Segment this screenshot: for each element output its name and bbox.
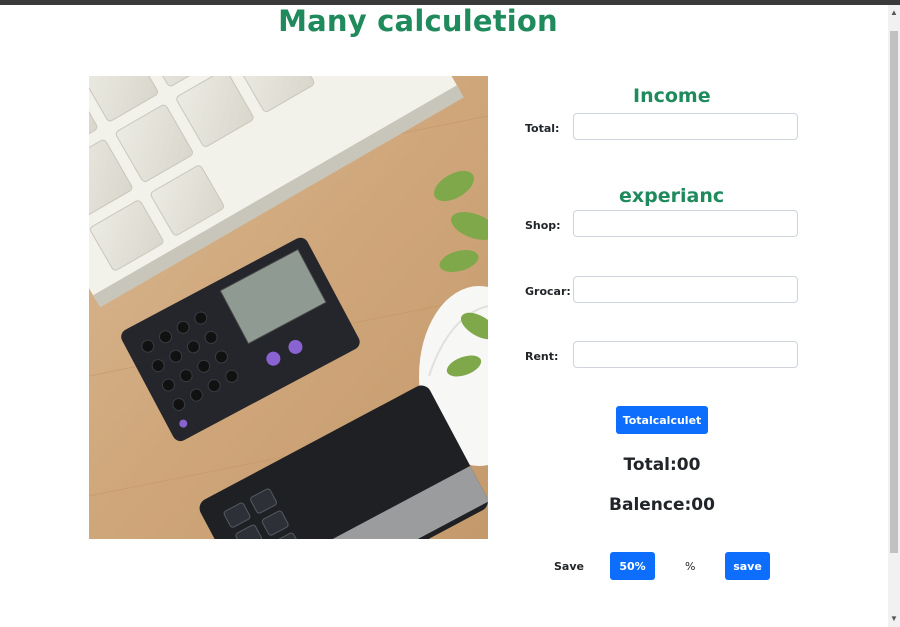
rent-label: Rent: [525, 350, 559, 363]
total-result: Total:00 [623, 455, 701, 475]
scroll-down-arrow-icon[interactable]: ▼ [888, 613, 900, 625]
total-calculate-button[interactable]: Totalcalculet [616, 406, 708, 434]
balance-result: Balence:00 [609, 495, 715, 515]
scroll-thumb[interactable] [890, 31, 898, 553]
percent-symbol: % [685, 560, 696, 573]
shop-input[interactable] [573, 210, 798, 237]
income-total-label: Total: [525, 122, 560, 135]
expense-heading: experianc [619, 185, 725, 207]
hero-photo [89, 76, 488, 539]
percent-50-button[interactable]: 50% [610, 552, 655, 580]
save-text: Save [554, 560, 584, 573]
page-title: Many calculetion [278, 4, 558, 38]
scroll-up-arrow-icon[interactable]: ▲ [888, 7, 900, 19]
grocar-label: Grocar: [525, 285, 571, 298]
desk-photo-illustration [89, 76, 488, 539]
rent-input[interactable] [573, 341, 798, 368]
vertical-scrollbar[interactable]: ▲ ▼ [888, 5, 900, 627]
save-button[interactable]: save [725, 552, 770, 580]
shop-label: Shop: [525, 219, 561, 232]
income-total-input[interactable] [573, 113, 798, 140]
grocar-input[interactable] [573, 276, 798, 303]
income-heading: Income [633, 85, 711, 107]
